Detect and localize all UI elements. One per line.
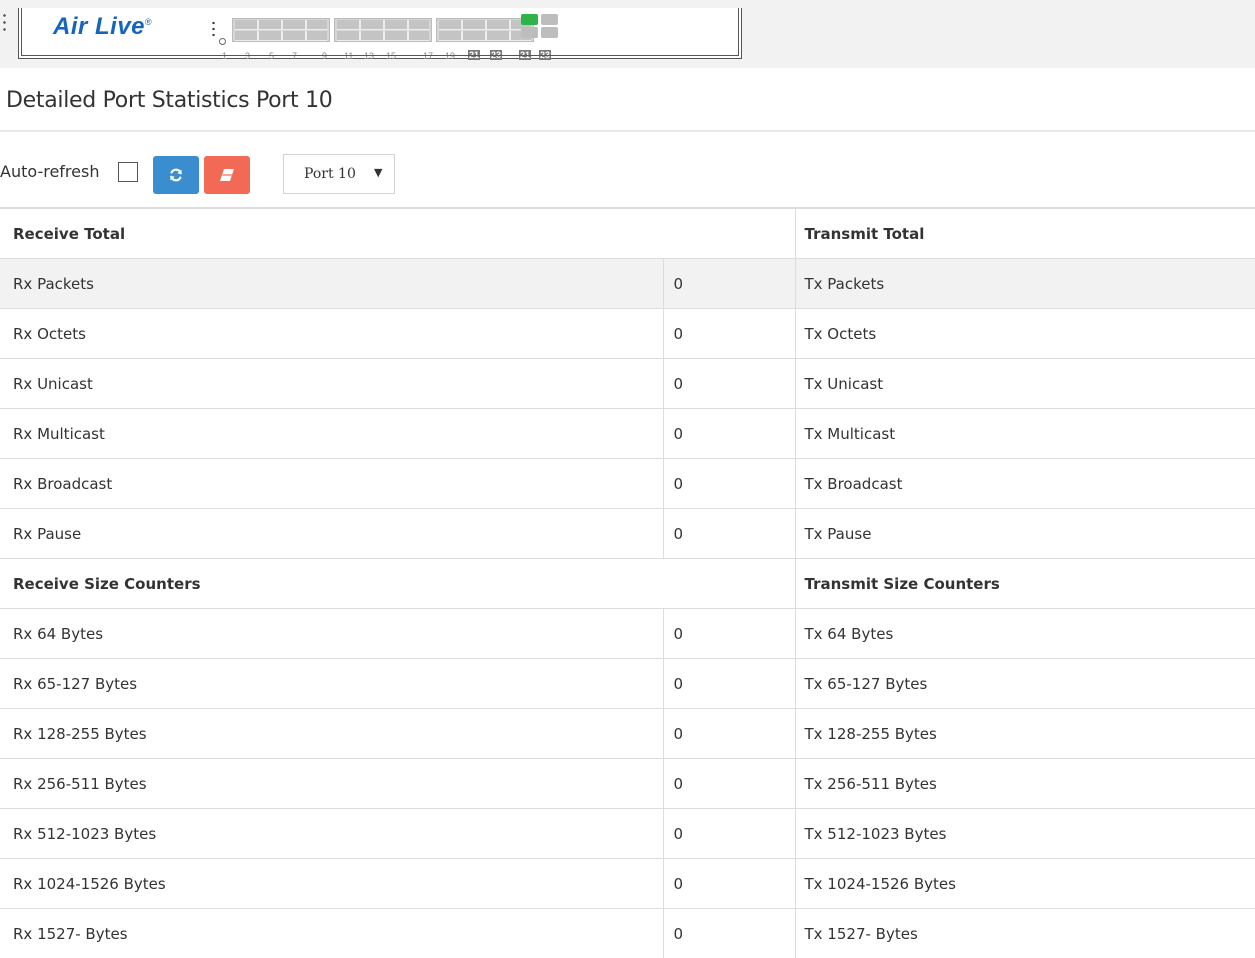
transmit-size-header: Transmit Size Counters — [795, 559, 1255, 609]
tx-label: Tx 256-511 Bytes — [795, 759, 1255, 809]
rx-label: Rx Octets — [0, 309, 663, 359]
rx-value: 0 — [663, 609, 795, 659]
port-group-3[interactable] — [436, 18, 534, 42]
eraser-icon — [218, 168, 236, 182]
rx-label: Rx 1024-1526 Bytes — [0, 859, 663, 909]
rx-label: Rx Unicast — [0, 359, 663, 409]
port-select-value: Port 10 — [304, 166, 356, 182]
rx-value: 0 — [663, 259, 795, 309]
tx-label: Tx 1024-1526 Bytes — [795, 859, 1255, 909]
chevron-down-icon: ▼ — [374, 166, 382, 179]
sfp-port-link-up[interactable] — [521, 14, 538, 25]
clear-button[interactable] — [204, 156, 250, 194]
tx-label: Tx 128-255 Bytes — [795, 709, 1255, 759]
rx-label: Rx 256-511 Bytes — [0, 759, 663, 809]
tx-label: Tx 65-127 Bytes — [795, 659, 1255, 709]
port-number: 23 — [490, 50, 502, 60]
table-row: Rx 1024-1526 Bytes 0 Tx 1024-1526 Bytes — [0, 859, 1255, 909]
auto-refresh-checkbox[interactable] — [118, 162, 138, 182]
tx-label: Tx Multicast — [795, 409, 1255, 459]
page-title: Detailed Port Statistics Port 10 — [6, 88, 332, 113]
port-number: 7 — [292, 51, 297, 61]
port-number: 13 — [364, 51, 374, 61]
more-vertical-icon[interactable] — [3, 12, 6, 34]
rx-value: 0 — [663, 809, 795, 859]
table-row: Rx Octets 0 Tx Octets — [0, 309, 1255, 359]
table-row: Rx Unicast 0 Tx Unicast — [0, 359, 1255, 409]
table-row: Rx Multicast 0 Tx Multicast — [0, 409, 1255, 459]
rx-label: Rx 1527- Bytes — [0, 909, 663, 958]
toolbar: Auto-refresh Port 10 ▼ — [0, 150, 1255, 194]
port-select[interactable]: Port 10 ▼ — [283, 154, 395, 194]
rx-label: Rx 512-1023 Bytes — [0, 809, 663, 859]
rx-value: 0 — [663, 659, 795, 709]
tx-label: Tx Octets — [795, 309, 1255, 359]
table-row: Rx 1527- Bytes 0 Tx 1527- Bytes — [0, 909, 1255, 958]
port-number: 23 — [539, 50, 551, 60]
port-number: 1 — [222, 51, 227, 61]
rx-label: Rx Packets — [0, 259, 663, 309]
port-number: 11 — [344, 51, 353, 61]
rx-value: 0 — [663, 709, 795, 759]
refresh-button[interactable] — [153, 156, 199, 194]
table-row: Rx 512-1023 Bytes 0 Tx 512-1023 Bytes — [0, 809, 1255, 859]
rx-value: 0 — [663, 459, 795, 509]
table-row: Rx 64 Bytes 0 Tx 64 Bytes — [0, 609, 1255, 659]
tx-label: Tx 512-1023 Bytes — [795, 809, 1255, 859]
port-group-1[interactable] — [232, 18, 330, 42]
rx-value: 0 — [663, 409, 795, 459]
rx-label: Rx 64 Bytes — [0, 609, 663, 659]
sfp-port[interactable] — [541, 14, 558, 25]
sfp-port[interactable] — [521, 27, 538, 38]
port-group-2[interactable] — [334, 18, 432, 42]
receive-size-header: Receive Size Counters — [0, 559, 795, 609]
refresh-icon — [168, 167, 184, 183]
rx-value: 0 — [663, 859, 795, 909]
port-number: 19 — [445, 51, 455, 61]
tx-label: Tx Pause — [795, 509, 1255, 559]
rx-value: 0 — [663, 509, 795, 559]
sfp-port[interactable] — [541, 27, 558, 38]
rx-label: Rx 65-127 Bytes — [0, 659, 663, 709]
rx-value: 0 — [663, 759, 795, 809]
tx-label: Tx Broadcast — [795, 459, 1255, 509]
auto-refresh-label: Auto-refresh — [0, 162, 99, 181]
switch-panel-banner: Air Live® 1 3 5 7 9 11 13 15 17 19 21 23… — [0, 0, 1255, 68]
port-number: 21 — [468, 50, 480, 60]
port-number: 15 — [386, 51, 396, 61]
port-number: 9 — [322, 51, 327, 61]
panel-led-dots — [212, 20, 215, 36]
port-number: 21 — [519, 50, 531, 60]
rx-value: 0 — [663, 909, 795, 958]
port-number: 3 — [245, 51, 250, 61]
rx-label: Rx Broadcast — [0, 459, 663, 509]
table-header-row: Receive Total Transmit Total — [0, 208, 1255, 259]
table-row: Rx 65-127 Bytes 0 Tx 65-127 Bytes — [0, 659, 1255, 709]
table-row: Rx Pause 0 Tx Pause — [0, 509, 1255, 559]
tx-label: Tx 64 Bytes — [795, 609, 1255, 659]
table-header-row: Receive Size Counters Transmit Size Coun… — [0, 559, 1255, 609]
table-row: Rx 256-511 Bytes 0 Tx 256-511 Bytes — [0, 759, 1255, 809]
rx-value: 0 — [663, 309, 795, 359]
port-number: 17 — [423, 51, 433, 61]
rx-label: Rx 128-255 Bytes — [0, 709, 663, 759]
port-statistics-table: Receive Total Transmit Total Rx Packets … — [0, 207, 1255, 958]
switch-panel-image: Air Live® 1 3 5 7 9 11 13 15 17 19 21 23… — [18, 8, 742, 59]
table-row: Rx 128-255 Bytes 0 Tx 128-255 Bytes — [0, 709, 1255, 759]
tx-label: Tx Unicast — [795, 359, 1255, 409]
tx-label: Tx 1527- Bytes — [795, 909, 1255, 958]
brand-logo: Air Live® — [53, 13, 152, 41]
receive-total-header: Receive Total — [0, 208, 795, 259]
title-divider — [0, 130, 1255, 132]
panel-reset-hole — [219, 38, 226, 45]
port-number: 5 — [269, 51, 274, 61]
rx-label: Rx Pause — [0, 509, 663, 559]
table-row: Rx Broadcast 0 Tx Broadcast — [0, 459, 1255, 509]
rx-value: 0 — [663, 359, 795, 409]
tx-label: Tx Packets — [795, 259, 1255, 309]
rx-label: Rx Multicast — [0, 409, 663, 459]
transmit-total-header: Transmit Total — [795, 208, 1255, 259]
table-row: Rx Packets 0 Tx Packets — [0, 259, 1255, 309]
